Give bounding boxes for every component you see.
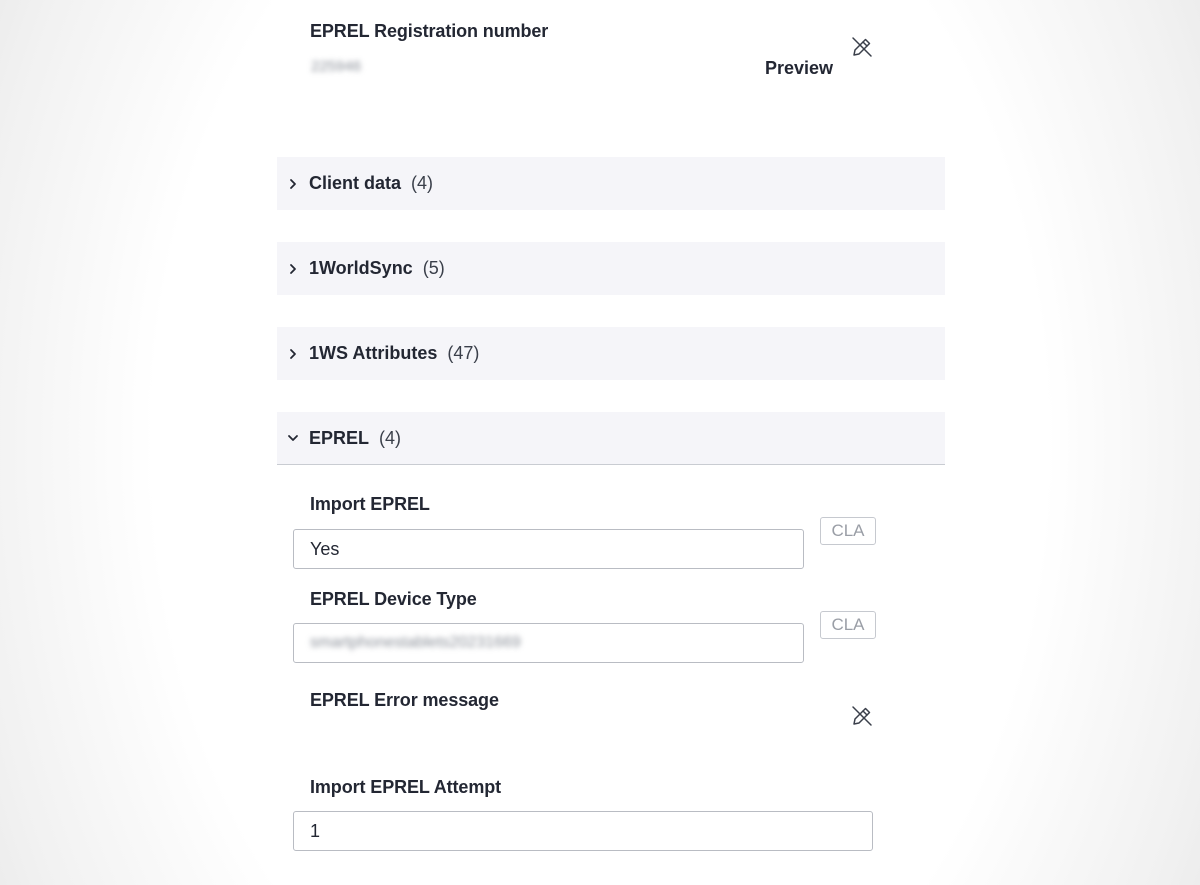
import-eprel-value: Yes [310, 538, 340, 559]
pencil-slash-icon[interactable] [850, 704, 874, 728]
import-eprel-label: Import EPREL [310, 494, 430, 514]
section-title: Client data [309, 173, 402, 193]
preview-link[interactable]: Preview [765, 58, 833, 79]
section-count: (47) [447, 343, 480, 363]
section-1ws-attributes[interactable]: 1WS Attributes (47) [277, 327, 945, 380]
eprel-device-type-cla-button[interactable]: CLA [820, 611, 876, 639]
section-client-data[interactable]: Client data (4) [277, 157, 945, 210]
section-eprel[interactable]: EPREL (4) [277, 412, 945, 465]
chevron-down-icon [286, 431, 300, 445]
section-title: 1WS Attributes [309, 343, 438, 363]
import-eprel-attempt-value: 1 [310, 820, 321, 841]
section-count: (4) [411, 173, 434, 193]
eprel-registration-value: 225946 [311, 58, 362, 75]
chevron-right-icon [286, 347, 300, 361]
chevron-right-icon [286, 262, 300, 276]
section-title: 1WorldSync [309, 258, 413, 278]
chevron-right-icon [286, 177, 300, 191]
eprel-device-type-value: smartphonestablets20231669 [310, 634, 521, 651]
eprel-device-type-input[interactable]: smartphonestablets20231669 [293, 623, 804, 663]
eprel-device-type-label: EPREL Device Type [310, 589, 477, 609]
pencil-slash-icon[interactable] [850, 35, 874, 59]
section-1worldsync[interactable]: 1WorldSync (5) [277, 242, 945, 295]
import-eprel-attempt-label: Import EPREL Attempt [310, 777, 502, 797]
section-title: EPREL [309, 427, 370, 448]
eprel-registration-label: EPREL Registration number [310, 21, 549, 41]
import-eprel-input[interactable]: Yes [293, 529, 804, 569]
section-count: (5) [422, 258, 445, 278]
import-eprel-cla-button[interactable]: CLA [820, 517, 876, 545]
eprel-error-message-label: EPREL Error message [310, 690, 499, 710]
import-eprel-attempt-input[interactable]: 1 [293, 811, 873, 851]
section-count: (4) [379, 427, 402, 448]
